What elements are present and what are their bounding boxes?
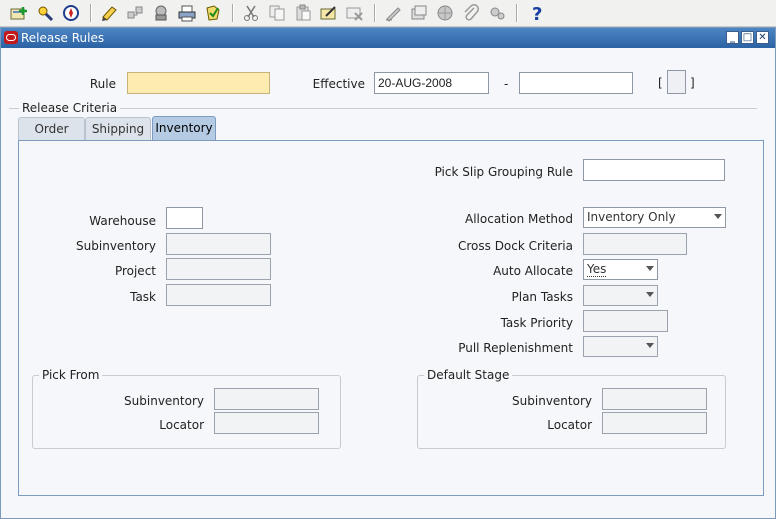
bracket-open: [ <box>658 76 663 90</box>
effective-to-date[interactable] <box>519 72 633 94</box>
default-stage-subinventory-input[interactable] <box>602 388 707 410</box>
rule-label: Rule <box>89 77 116 91</box>
pick-from-label: Pick From <box>39 368 103 382</box>
tab-shipping[interactable]: Shipping <box>85 117 151 140</box>
new-icon[interactable] <box>10 4 28 22</box>
close-form-icon[interactable] <box>204 4 222 22</box>
edit-field-icon[interactable] <box>384 4 402 22</box>
maximize-icon[interactable]: □ <box>741 31 754 44</box>
zoom-icon[interactable] <box>410 4 428 22</box>
project-label: Project <box>114 264 156 278</box>
pick-from-subinventory-input[interactable] <box>214 388 319 410</box>
pick-slip-grouping-rule-label: Pick Slip Grouping Rule <box>434 165 573 179</box>
plan-tasks-select[interactable] <box>583 285 658 306</box>
pick-from-group: Pick From Subinventory Locator <box>32 368 341 449</box>
tab-inventory[interactable]: Inventory <box>152 116 216 141</box>
default-stage-label: Default Stage <box>424 368 513 382</box>
pull-replenishment-label: Pull Replenishment <box>458 341 573 355</box>
svg-text:?: ? <box>532 4 542 22</box>
folder-tools-icon[interactable] <box>488 4 506 22</box>
pick-from-subinventory-label: Subinventory <box>124 394 204 408</box>
release-criteria-label: Release Criteria <box>19 101 121 115</box>
tab-strip: Order Shipping Inventory <box>18 116 218 141</box>
minimize-icon[interactable]: _ <box>726 31 739 44</box>
toolbar-separator <box>516 4 518 22</box>
switch-responsibility-icon[interactable] <box>152 4 170 22</box>
help-icon[interactable]: ? <box>528 4 546 25</box>
next-step-icon[interactable] <box>126 4 144 22</box>
toolbar: ? <box>0 0 776 27</box>
print-icon[interactable] <box>178 4 196 22</box>
paste-icon[interactable] <box>294 4 312 22</box>
auto-allocate-value: Yes <box>587 262 607 277</box>
warehouse-input[interactable] <box>166 207 203 229</box>
chevron-down-icon <box>646 292 654 297</box>
task-label: Task <box>130 290 156 304</box>
subinventory-input[interactable] <box>166 233 271 255</box>
toolbar-separator <box>374 4 376 22</box>
auto-allocate-select[interactable]: Yes <box>583 259 658 280</box>
attachments-icon[interactable] <box>462 4 480 22</box>
allocation-method-value: Inventory Only <box>587 210 676 224</box>
find-icon[interactable] <box>36 4 54 22</box>
task-priority-label: Task Priority <box>500 316 573 330</box>
cross-dock-criteria-input[interactable] <box>583 233 687 255</box>
effective-from-date[interactable] <box>374 72 489 94</box>
pull-replenishment-select[interactable] <box>583 336 658 357</box>
release-rules-window: Release Rules _ □ ✕ Rule Effective - [ ]… <box>0 27 776 519</box>
plan-tasks-label: Plan Tasks <box>511 290 574 304</box>
window-title: Release Rules <box>21 31 105 45</box>
pick-from-locator-label: Locator <box>159 418 204 432</box>
allocation-method-select[interactable]: Inventory Only <box>583 207 726 228</box>
chevron-down-icon <box>646 266 654 271</box>
bracket-close: ] <box>690 76 695 90</box>
default-stage-locator-input[interactable] <box>602 412 707 434</box>
warehouse-label: Warehouse <box>89 214 156 228</box>
default-stage-locator-label: Locator <box>547 418 592 432</box>
rule-input[interactable] <box>127 72 270 94</box>
pick-slip-grouping-rule-input[interactable] <box>583 159 725 181</box>
cut-icon[interactable] <box>242 4 260 22</box>
date-separator: - <box>504 77 509 91</box>
close-icon[interactable]: ✕ <box>756 31 769 44</box>
pick-from-locator-input[interactable] <box>214 412 319 434</box>
task-input[interactable] <box>166 284 271 306</box>
release-criteria-divider <box>9 108 757 109</box>
toolbar-separator <box>90 4 92 22</box>
delete-icon[interactable] <box>346 4 364 22</box>
task-priority-input[interactable] <box>583 310 668 332</box>
auto-allocate-label: Auto Allocate <box>493 264 573 278</box>
subinventory-label: Subinventory <box>76 239 156 253</box>
default-stage-subinventory-label: Subinventory <box>512 394 592 408</box>
chevron-down-icon <box>646 343 654 348</box>
translations-icon[interactable] <box>436 4 454 22</box>
toolbar-separator <box>232 4 234 22</box>
oracle-logo-icon <box>4 31 18 44</box>
allocation-method-label: Allocation Method <box>465 212 573 226</box>
inventory-tab-panel: Pick Slip Grouping Rule Warehouse Subinv… <box>18 140 764 496</box>
window-titlebar: Release Rules _ □ ✕ <box>1 28 775 48</box>
project-input[interactable] <box>166 258 271 280</box>
chevron-down-icon <box>714 214 722 219</box>
default-stage-group: Default Stage Subinventory Locator <box>417 368 726 449</box>
cross-dock-criteria-label: Cross Dock Criteria <box>457 239 573 253</box>
copy-icon[interactable] <box>268 4 286 22</box>
tab-order[interactable]: Order <box>18 117 85 140</box>
effective-label: Effective <box>312 77 365 91</box>
navigator-icon[interactable] <box>62 4 80 22</box>
save-icon[interactable] <box>100 4 118 22</box>
clear-record-icon[interactable] <box>320 4 338 22</box>
descriptive-flexfield[interactable] <box>667 70 686 94</box>
